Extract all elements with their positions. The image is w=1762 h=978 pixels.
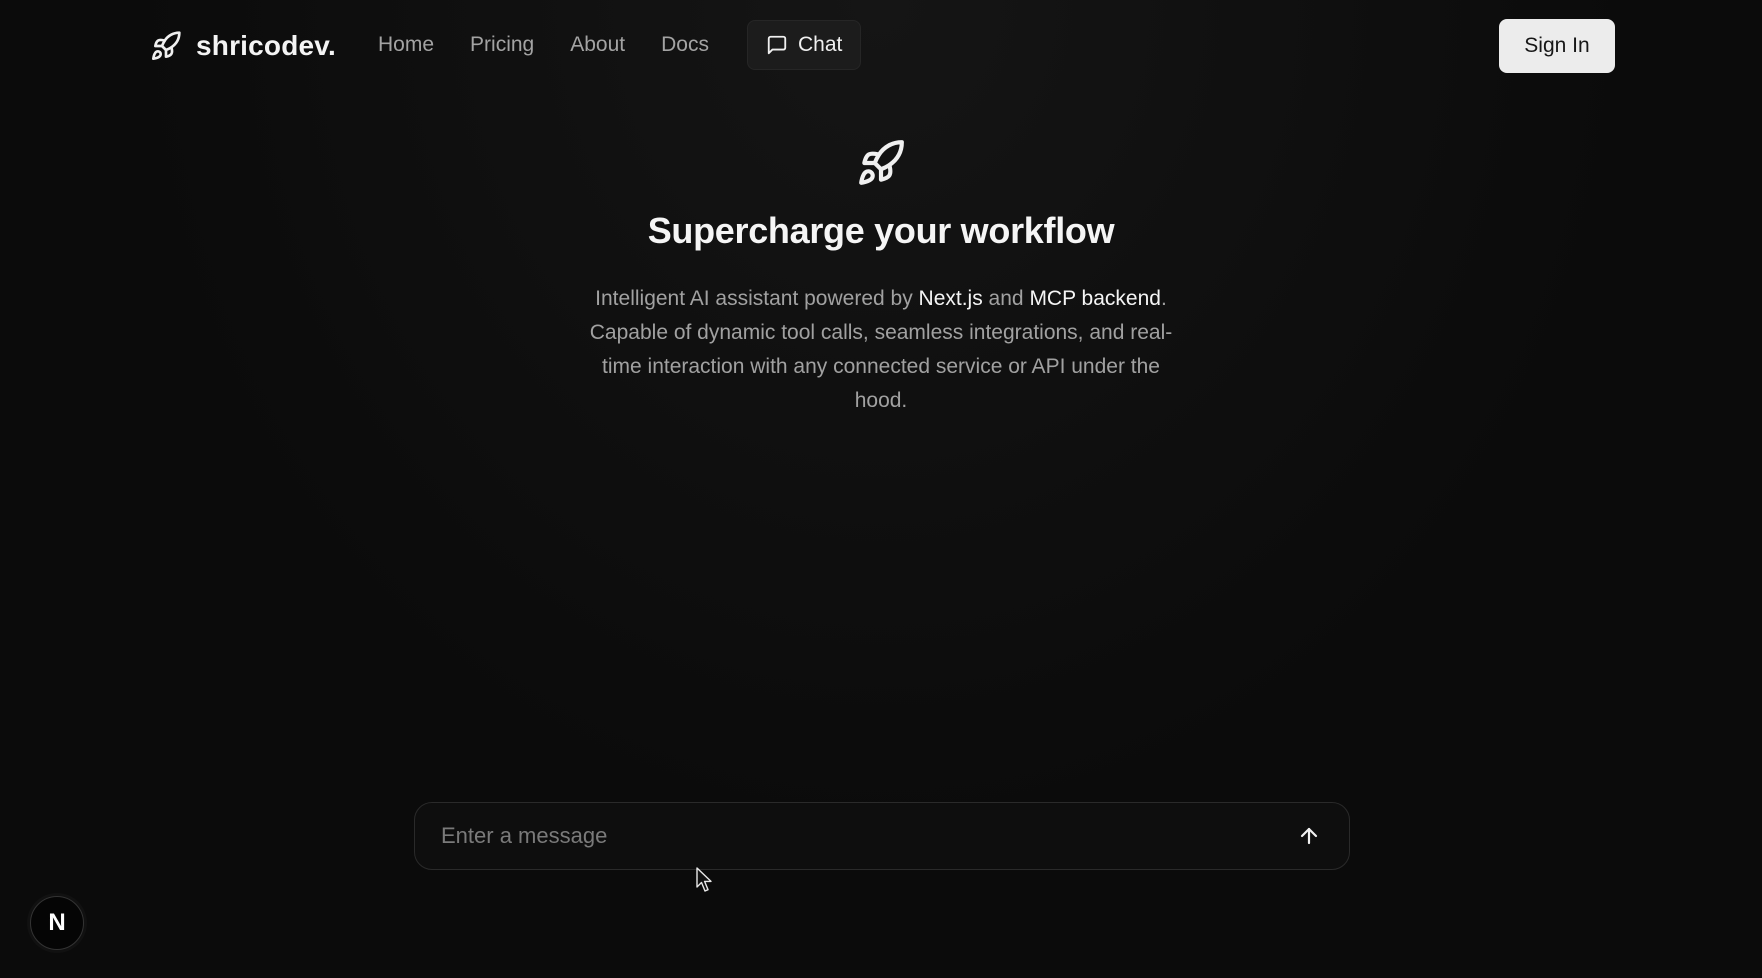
nextjs-badge-letter: N [48,909,66,936]
brand[interactable]: shricodev. [150,26,336,66]
hero-desc-nextjs: Next.js [918,287,983,310]
nav-about[interactable]: About [552,20,643,70]
nav-chat-label: Chat [797,33,843,56]
page-title: Supercharge your workflow [647,210,1115,251]
site-header: shricodev. Home Pricing About Docs Chat … [0,0,1762,92]
hero-desc-mcp-backend: MCP backend [1029,287,1161,310]
nav-chat-button[interactable]: Chat [746,20,862,70]
sign-in-button[interactable]: Sign In [1499,19,1615,73]
mouse-pointer-icon [696,867,712,892]
hero: Supercharge your workflow Intelligent AI… [0,138,1762,418]
hero-description: Intelligent AI assistant powered by Next… [586,282,1176,418]
hero-desc-part2: and [982,287,1030,310]
nav-pricing[interactable]: Pricing [452,20,552,70]
nav-docs[interactable]: Docs [643,20,727,70]
nextjs-dev-badge[interactable]: N [30,896,84,950]
send-button[interactable] [1289,816,1329,856]
hero-desc-part1: Intelligent AI assistant powered by [595,287,919,310]
main-nav: Home Pricing About Docs Chat [378,20,862,70]
message-input[interactable] [439,822,1289,850]
message-composer [414,802,1350,870]
brand-name: shricodev. [196,30,336,61]
arrow-up-icon [1300,827,1318,845]
rocket-icon [152,31,181,60]
message-square-icon [767,35,787,55]
nav-home[interactable]: Home [378,20,452,70]
rocket-icon [859,140,904,185]
